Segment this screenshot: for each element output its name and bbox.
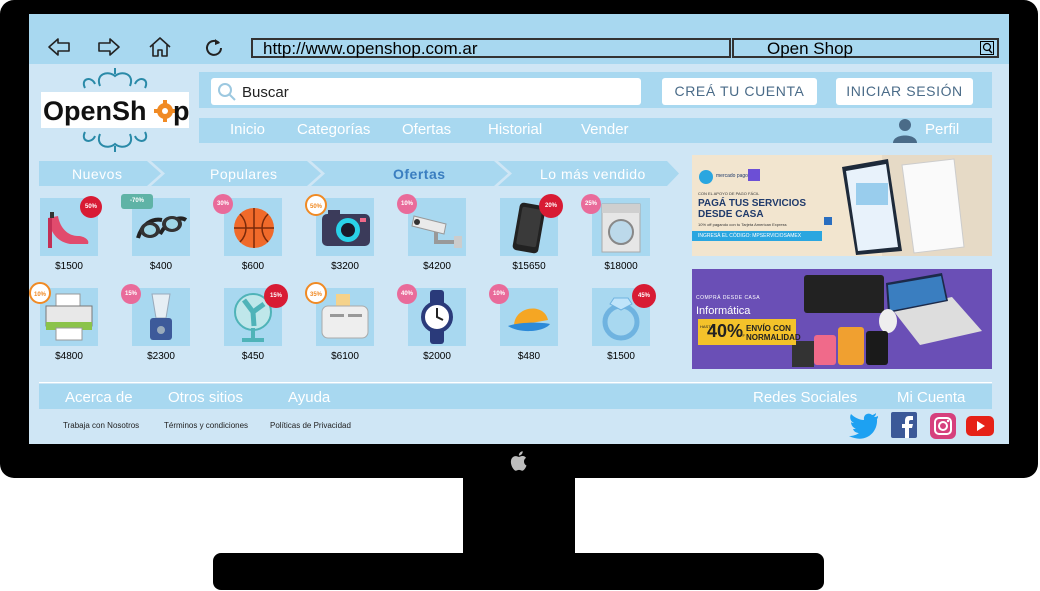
discount-badge: -70% (121, 194, 153, 209)
product-lavarropas[interactable] (592, 198, 650, 256)
monitor-stand-base (213, 553, 824, 590)
forward-arrow-icon[interactable] (96, 35, 122, 59)
footer-link-otros-sitios[interactable]: Otros sitios (168, 389, 243, 406)
security-camera-icon (411, 215, 462, 248)
tab-search-icon[interactable] (980, 41, 994, 55)
product-price: $2000 (423, 351, 451, 362)
discount-badge: 30% (213, 194, 233, 214)
refresh-icon[interactable] (201, 35, 227, 59)
discount-badge: 25% (581, 194, 601, 214)
product-price: $15650 (512, 261, 546, 272)
youtube-icon[interactable] (966, 416, 994, 436)
category-tab-nuevos[interactable]: Nuevos (72, 166, 122, 182)
product-price: $450 (241, 351, 265, 362)
home-icon[interactable] (147, 35, 173, 59)
washing-machine-icon (601, 203, 641, 253)
monitor-stand-neck (463, 476, 575, 556)
product-camara-seguridad[interactable] (408, 198, 466, 256)
product-price: $400 (149, 261, 173, 272)
footer-link-mi-cuenta[interactable]: Mi Cuenta (897, 389, 965, 406)
banner-top: COMPRÁ DESDE CASA (696, 295, 761, 301)
category-tab-ofertas[interactable]: Ofertas (393, 166, 446, 182)
product-price: $2300 (147, 351, 175, 362)
product-reloj[interactable] (408, 288, 466, 346)
banner-line: CON EL APOYO DE PAGO FÁCIL (698, 191, 760, 196)
banner-discount: 40% (707, 321, 744, 341)
facebook-icon[interactable] (891, 412, 917, 438)
footer-link-redes[interactable]: Redes Sociales (753, 389, 857, 406)
product-price: $4200 (423, 261, 451, 272)
search-input[interactable]: Buscar (211, 78, 641, 105)
legal-link[interactable]: Términos y condiciones (164, 421, 248, 430)
product-gorra[interactable] (500, 288, 558, 346)
banner-code: INGRESÁ EL CÓDIGO: MPSERVICIOSAMEX (698, 233, 802, 239)
screen: http://www.openshop.com.ar Open Shop Ope… (29, 14, 1009, 444)
discount-badge: 15% (264, 284, 288, 308)
product-price: $6100 (331, 351, 359, 362)
logo-text: OpenSh (43, 96, 147, 126)
menu-item-historial[interactable]: Historial (488, 121, 542, 138)
banner-off: OFF (737, 333, 745, 338)
product-pelota[interactable] (224, 198, 282, 256)
discount-badge: 45% (632, 284, 656, 308)
mercado-pago-banner[interactable]: mercado pago CON EL APOYO DE PAGO FÁCIL … (692, 155, 992, 256)
menu-item-categorias[interactable]: Categorías (297, 121, 370, 138)
banner-shipping: ENVÍO CON (746, 324, 791, 333)
category-tab-populares[interactable]: Populares (210, 166, 278, 182)
banner-small-text: 10% off pagando con tu Tarjeta American … (698, 222, 787, 227)
banner-brand: mercado pago (716, 173, 748, 179)
discount-badge: 15% (121, 284, 141, 304)
legal-link[interactable]: Políticas de Privacidad (270, 421, 351, 430)
openshop-logo[interactable]: OpenSh p (40, 66, 190, 154)
banner-headline: DESDE CASA (698, 209, 764, 220)
product-price: $1500 (55, 261, 83, 272)
informatica-banner[interactable]: COMPRÁ DESDE CASA Informática HASTA 40% … (692, 269, 992, 369)
product-price: $1500 (607, 351, 635, 362)
discount-badge: 50% (80, 196, 102, 218)
discount-badge: 40% (397, 284, 417, 304)
profile-icon[interactable] (891, 117, 919, 143)
cap-icon (508, 308, 550, 332)
discount-badge: 10% (489, 284, 509, 304)
watch-icon (421, 290, 453, 344)
login-button[interactable]: INICIAR SESIÓN (836, 78, 973, 105)
create-account-button[interactable]: CREÁ TU CUENTA (662, 78, 817, 105)
browser-toolbar: http://www.openshop.com.ar Open Shop (29, 14, 1009, 64)
discount-badge: 20% (539, 194, 563, 218)
footer-divider (39, 382, 992, 383)
product-licuadora[interactable] (132, 288, 190, 346)
category-tab-mas-vendido[interactable]: Lo más vendido (540, 166, 646, 182)
legal-link[interactable]: Trabaja con Nosotros (63, 421, 139, 430)
menu-item-inicio[interactable]: Inicio (230, 121, 265, 138)
product-price: $480 (517, 351, 541, 362)
product-price: $18000 (604, 261, 638, 272)
banner-shipping: NORMALIDAD (746, 333, 801, 342)
menu-item-perfil[interactable]: Perfil (925, 121, 959, 138)
logo-text-p: p (173, 96, 190, 126)
discount-badge: 50% (305, 194, 327, 216)
product-price: $4800 (55, 351, 83, 362)
twitter-icon[interactable] (849, 413, 879, 439)
address-bar[interactable]: http://www.openshop.com.ar (251, 38, 731, 58)
tab-title: Open Shop (767, 39, 854, 58)
apple-logo-icon (510, 451, 527, 471)
browser-tab[interactable]: Open Shop (732, 38, 999, 58)
banner-title: Informática (696, 305, 751, 317)
discount-badge: 10% (397, 194, 417, 214)
product-price: $600 (241, 261, 265, 272)
discount-badge: 35% (305, 282, 327, 304)
basketball-icon (234, 208, 274, 248)
banner-headline: PAGÁ TUS SERVICIOS (698, 198, 806, 209)
instagram-icon[interactable] (930, 413, 956, 439)
search-placeholder: Buscar (242, 84, 289, 101)
footer-link-ayuda[interactable]: Ayuda (288, 389, 330, 406)
search-icon (218, 83, 236, 101)
discount-badge: 10% (29, 282, 51, 304)
product-price: $3200 (331, 261, 359, 272)
menu-item-vender[interactable]: Vender (581, 121, 629, 138)
back-arrow-icon[interactable] (46, 35, 72, 59)
blender-icon (150, 293, 172, 340)
menu-item-ofertas[interactable]: Ofertas (402, 121, 451, 138)
footer-link-acerca[interactable]: Acerca de (65, 389, 133, 406)
